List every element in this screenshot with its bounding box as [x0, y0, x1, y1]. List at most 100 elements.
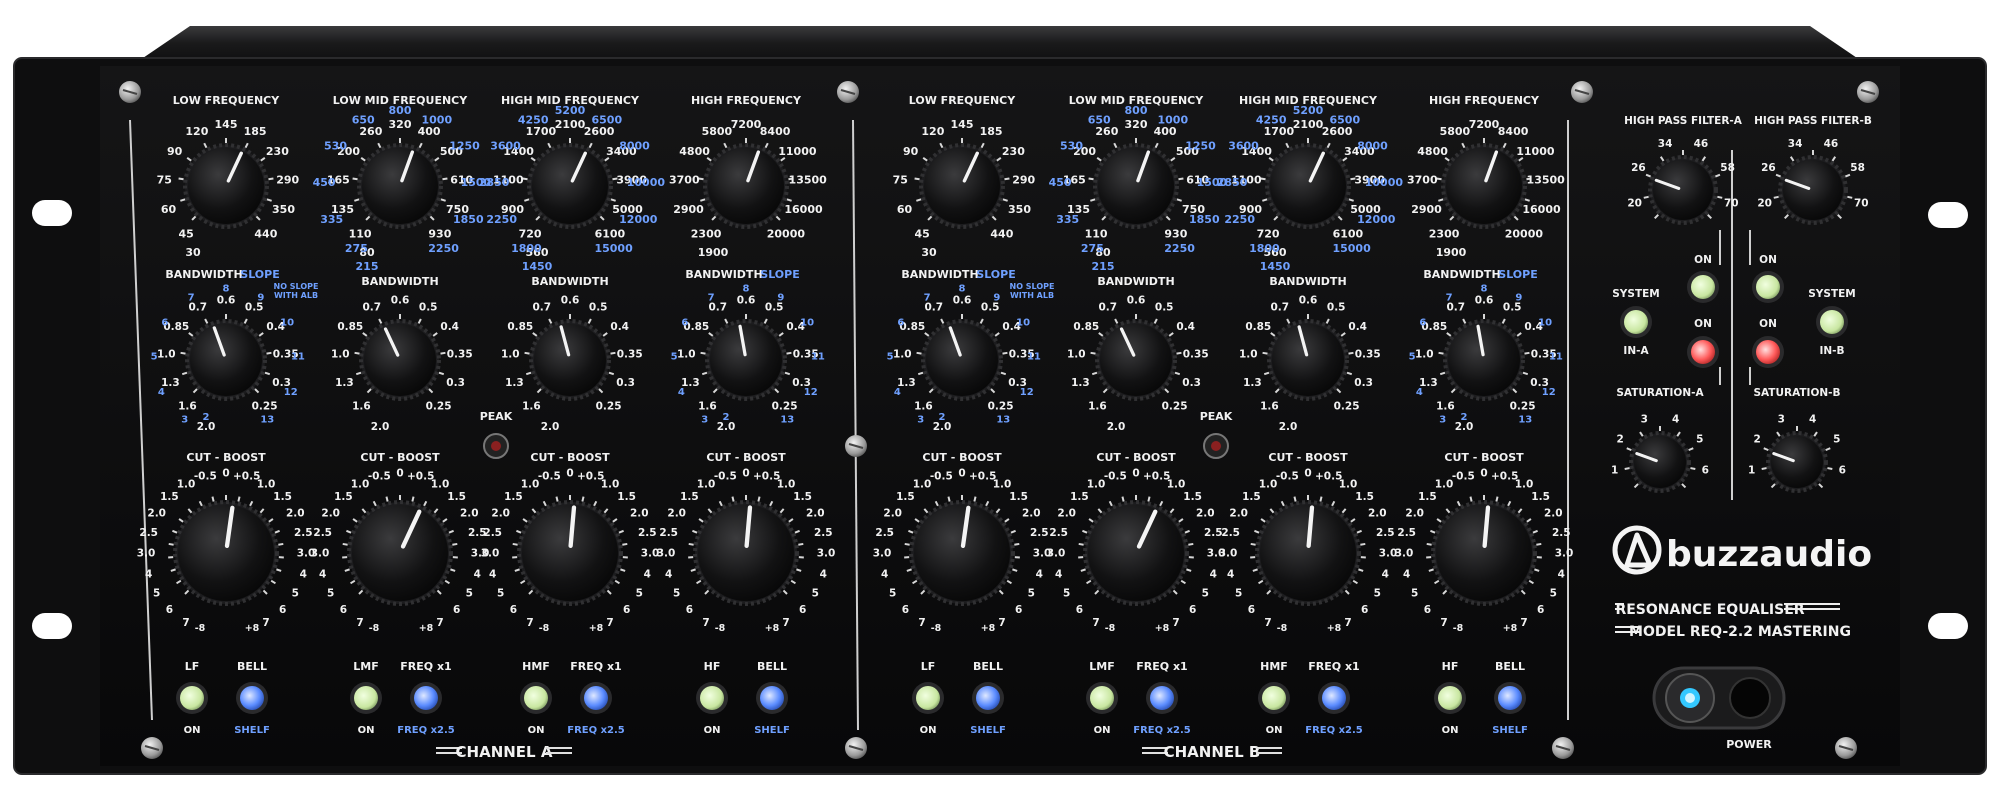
scale-label: 0.6 [1127, 295, 1146, 307]
saturation-a-on-button[interactable] [1687, 336, 1719, 368]
band-on-button[interactable] [520, 682, 552, 714]
scale-label: 0.35 [1355, 348, 1381, 360]
scale-label: 2.0 [147, 508, 166, 520]
scale-label: 6500 [1329, 113, 1360, 126]
scale-label: 0.25 [252, 401, 278, 413]
scale-label: 4 [300, 568, 307, 580]
scale-label: 10 [1016, 317, 1030, 328]
peak-a-label: PEAK [480, 410, 513, 423]
scale-label: 1850 [1189, 213, 1220, 226]
scale-label: 0.5 [1327, 302, 1346, 314]
scale-label: 0 [1132, 468, 1139, 480]
scale-label: 1.0 [1339, 478, 1358, 490]
scale-label: 0.6 [737, 295, 756, 307]
scale-label: 1850 [453, 213, 484, 226]
band-on-button[interactable] [696, 682, 728, 714]
peak-b-led [1211, 441, 1221, 451]
scale-label: 5800 [702, 125, 733, 138]
scale-label: 1.6 [1088, 401, 1107, 413]
scale-label: 0 [958, 468, 965, 480]
scale-label: 1.0 [893, 348, 912, 360]
sat-a-label: SATURATION-A [1616, 387, 1704, 399]
scale-label: 90 [167, 145, 183, 158]
scale-label: 1.0 [331, 348, 350, 360]
scale-label: 0.85 [1073, 321, 1099, 333]
scale-label: 0 [1304, 468, 1311, 480]
scale-label: 11 [1027, 352, 1041, 363]
band-mode-button[interactable] [1146, 682, 1178, 714]
scale-label: 2 [1754, 434, 1761, 446]
saturation-b-on-button[interactable] [1752, 336, 1784, 368]
scale-label: 7 [918, 617, 925, 629]
scale-label: 2600 [1322, 125, 1353, 138]
band-mode-button[interactable] [410, 682, 442, 714]
scale-label: 5 [466, 588, 473, 600]
band-on-button[interactable] [176, 682, 208, 714]
scale-label: 8400 [760, 125, 791, 138]
power-switch[interactable] [1652, 666, 1786, 730]
scale-label: 1250 [449, 140, 480, 153]
cut-boost-title: CUT - BOOST [360, 451, 440, 464]
band-on-button[interactable] [1258, 682, 1290, 714]
cut-boost-title: CUT - BOOST [922, 451, 1002, 464]
scale-label: 0.25 [596, 401, 622, 413]
band-on-button[interactable] [912, 682, 944, 714]
slope-title: SLOPE [760, 268, 799, 281]
scale-label: 110 [349, 227, 372, 240]
scale-label: 7 [1520, 617, 1527, 629]
system-in-b-button[interactable] [1816, 306, 1848, 338]
scale-label: 13500 [789, 173, 828, 186]
scale-label: 1.0 [1067, 348, 1086, 360]
scale-label: 13 [780, 415, 794, 426]
scale-label: 1.0 [1515, 478, 1534, 490]
scale-label: 1.0 [501, 348, 520, 360]
band-on-button[interactable] [1434, 682, 1466, 714]
scale-label: 650 [352, 113, 375, 126]
scale-label: 2900 [673, 203, 704, 216]
scale-label: 1.3 [505, 377, 524, 389]
scale-label: 0.5 [245, 302, 264, 314]
switch-sub-label: ON [358, 725, 375, 736]
scale-label: 800 [389, 104, 412, 117]
slope-title: SLOPE [1498, 268, 1537, 281]
band-mode-button[interactable] [236, 682, 268, 714]
band-mode-button[interactable] [756, 682, 788, 714]
scale-label: 3700 [669, 173, 700, 186]
screw [1571, 81, 1593, 103]
scale-label: 1.5 [1009, 491, 1028, 503]
scale-label: 10000 [627, 176, 666, 189]
scale-label: 11000 [1516, 145, 1555, 158]
switch-sub-label: ON [1266, 725, 1283, 736]
scale-label: 15000 [594, 242, 633, 255]
scale-label: 0.6 [1475, 295, 1494, 307]
band-mode-button[interactable] [1318, 682, 1350, 714]
scale-label: 11 [1549, 352, 1563, 363]
scale-label: 720 [1257, 227, 1280, 240]
scale-label: 5 [153, 588, 160, 600]
band-mode-button[interactable] [580, 682, 612, 714]
band-mode-button[interactable] [972, 682, 1004, 714]
scale-label: 12 [1020, 387, 1034, 398]
scale-label: -0.5 [1276, 470, 1299, 482]
hpf-a-on-button[interactable] [1687, 271, 1719, 303]
scale-label: 30 [921, 246, 937, 259]
scale-label: 2.0 [1405, 508, 1424, 520]
on-label-c: ON [1694, 318, 1712, 330]
system-in-a-button[interactable] [1620, 306, 1652, 338]
scale-label: 290 [1012, 173, 1035, 186]
scale-label: 7 [998, 617, 1005, 629]
scale-label: 335 [1056, 213, 1079, 226]
scale-label: 0.7 [188, 302, 207, 314]
scale-label: 1.5 [617, 491, 636, 503]
band-on-button[interactable] [1086, 682, 1118, 714]
scale-label: 4 [1416, 387, 1423, 398]
scale-label: 2.0 [883, 508, 902, 520]
band-mode-button[interactable] [1494, 682, 1526, 714]
hpf-b-on-button[interactable] [1752, 271, 1784, 303]
scale-label: 2250 [486, 213, 517, 226]
switch-label: LF [921, 660, 936, 673]
band-on-button[interactable] [350, 682, 382, 714]
scale-label: 650 [1088, 113, 1111, 126]
scale-label: 1.3 [1243, 377, 1262, 389]
scale-label: 4 [1210, 568, 1217, 580]
